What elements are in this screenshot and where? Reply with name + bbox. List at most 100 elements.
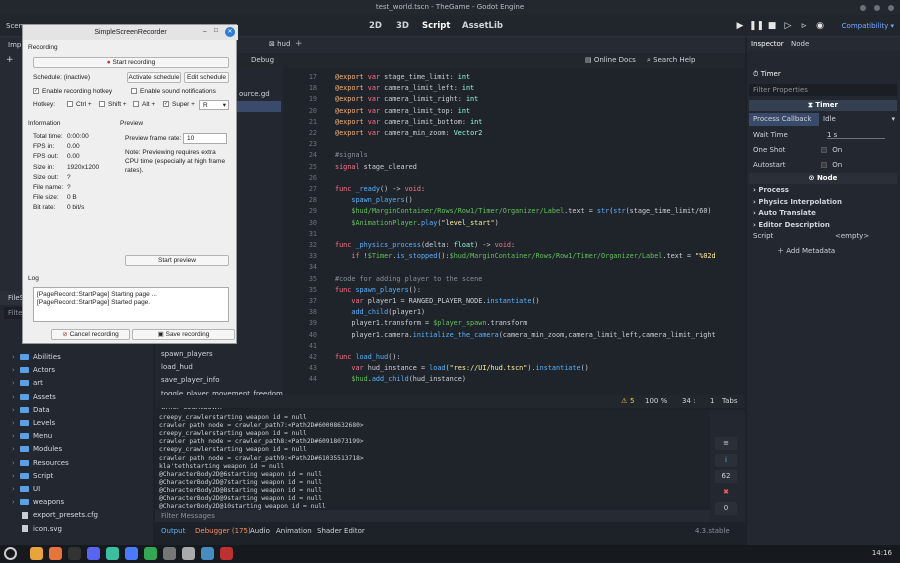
pause-icon[interactable]: ❚❚ [749, 19, 764, 33]
enable-sound-checkbox[interactable]: Enable sound notifications [131, 88, 216, 95]
code-line[interactable]: var hud_instance = load("res://UI/hud.ts… [335, 363, 588, 374]
hotkey-shift[interactable]: Shift + [99, 101, 127, 108]
error-filter-icon[interactable]: ✖ [715, 486, 737, 499]
folder-item[interactable]: › weapons [0, 496, 153, 509]
code-line[interactable]: func _ready() -> void: [335, 184, 425, 195]
folder-item[interactable]: › art [0, 377, 153, 390]
chevron-right-icon[interactable]: › [12, 364, 20, 377]
warning-icon[interactable]: ⚠ [621, 397, 627, 405]
indent-mode[interactable]: Tabs [722, 397, 738, 405]
file-item[interactable]: icon.svg [0, 523, 153, 536]
tab-shader-editor[interactable]: Shader Editor [317, 524, 365, 538]
terminal-icon[interactable] [68, 547, 81, 560]
movie-icon[interactable]: ◉ [813, 19, 827, 33]
autostart-checkbox[interactable] [821, 162, 827, 168]
workspace-assetlib[interactable]: AssetLib [458, 18, 507, 34]
tab-audio[interactable]: Audio [250, 524, 270, 538]
code-line[interactable]: #signals [335, 150, 368, 161]
prop-process-callback-value[interactable]: Idle ▾ [821, 113, 897, 126]
stop-icon[interactable]: ■ [765, 19, 779, 33]
power-icon[interactable] [4, 547, 17, 560]
workspace-script[interactable]: Script [418, 18, 454, 34]
start-recording-button[interactable]: ● Start recording [33, 57, 229, 68]
folder-item[interactable]: › Abilities [0, 351, 153, 364]
app-icon[interactable] [106, 547, 119, 560]
log-filter-icon[interactable]: i [715, 454, 737, 467]
code-line[interactable]: $AnimationPlayer.play("level_start") [335, 218, 498, 229]
output-filter[interactable]: Filter Messages [155, 510, 710, 522]
script-file-item[interactable]: ource.gd [237, 88, 281, 100]
file-item[interactable]: export_presets.cfg [0, 509, 153, 522]
close-icon[interactable] [888, 4, 894, 11]
code-line[interactable]: player1.camera.initialize_the_camera(cam… [335, 330, 715, 341]
folder-item[interactable]: › Data [0, 404, 153, 417]
play-custom-icon[interactable]: ▹ [797, 19, 811, 33]
search-help-button[interactable]: ⌕ Search Help [647, 56, 695, 65]
chevron-right-icon[interactable]: › [12, 457, 20, 470]
workspace-2d[interactable]: 2D [365, 18, 386, 34]
wait-time-slider[interactable] [827, 138, 885, 139]
chevron-right-icon[interactable]: › [12, 483, 20, 496]
code-line[interactable]: $hud/MarginContainer/Rows/Row1/Timer/Org… [335, 206, 711, 217]
code-line[interactable]: @export var stage_time_limit: int [335, 72, 470, 83]
maximize-icon[interactable]: □ [214, 27, 218, 34]
chevron-right-icon[interactable]: › [12, 404, 20, 417]
save-recording-button[interactable]: ▣ Save recording [132, 329, 235, 340]
code-line[interactable]: player1.transform = $player_spawn.transf… [335, 318, 527, 329]
method-item[interactable]: save_player_info [161, 376, 220, 384]
code-line[interactable]: func _physics_process(delta: float) -> v… [335, 240, 515, 251]
folder-item[interactable]: › Modules [0, 443, 153, 456]
chevron-right-icon[interactable]: › [12, 470, 20, 483]
folder-item[interactable]: › Resources [0, 457, 153, 470]
start-preview-button[interactable]: Start preview [125, 255, 229, 266]
clear-output-icon[interactable]: ≡ [715, 437, 737, 450]
hotkey-key-select[interactable]: R ▾ [199, 100, 229, 110]
one-shot-checkbox[interactable] [821, 147, 827, 153]
tab-node[interactable]: Node [791, 40, 809, 48]
code-line[interactable]: func load_hud(): [335, 352, 401, 363]
recorder-icon[interactable] [220, 547, 233, 560]
maximize-icon[interactable] [874, 4, 880, 11]
edit-schedule-button[interactable]: Edit schedule [184, 72, 229, 83]
code-area[interactable]: @export var stage_time_limit: int @export… [323, 68, 745, 395]
tab-inspector[interactable]: Inspector [751, 40, 784, 48]
tab-output[interactable]: Output [161, 524, 185, 538]
one-shot-toggle[interactable]: On [821, 144, 842, 157]
code-line[interactable]: $hud.add_child(hud_instance) [335, 374, 466, 385]
play-icon[interactable]: ▶ [733, 19, 747, 33]
folder-item[interactable]: › Actors [0, 364, 153, 377]
code-line[interactable]: add_child(player1) [335, 307, 425, 318]
app3-icon[interactable] [144, 547, 157, 560]
chevron-right-icon[interactable]: › [12, 351, 20, 364]
app2-icon[interactable] [125, 547, 138, 560]
online-docs-button[interactable]: ▤ Online Docs [585, 56, 636, 64]
code-line[interactable]: @export var camera_limit_bottom: int [335, 117, 482, 128]
play-scene-icon[interactable]: ▷ [781, 19, 795, 33]
debug-menu[interactable]: Debug [251, 56, 274, 64]
preview-rate-spinbox[interactable]: 10 [183, 133, 227, 144]
tab-animation[interactable]: Animation [276, 524, 312, 538]
method-item[interactable]: load_hud [161, 363, 193, 371]
close-icon[interactable]: ✕ [225, 27, 235, 37]
tab-hud[interactable]: ⊠ hud [269, 40, 290, 48]
chevron-right-icon[interactable]: › [12, 417, 20, 430]
discord-icon[interactable] [87, 547, 100, 560]
code-line[interactable]: if !$Timer.is_stopped():$hud/MarginConta… [335, 251, 715, 262]
code-line[interactable]: @export var camera_limit_left: int [335, 83, 474, 94]
chevron-right-icon[interactable]: › [12, 443, 20, 456]
hotkey-ctrl[interactable]: Ctrl + [67, 101, 92, 108]
script-value[interactable]: <empty> [835, 230, 869, 243]
app5-icon[interactable] [182, 547, 195, 560]
code-line[interactable]: @export var camera_limit_top: int [335, 106, 470, 117]
minimize-icon[interactable]: – [203, 28, 207, 35]
chevron-right-icon[interactable]: › [12, 377, 20, 390]
folder-item[interactable]: › Menu [0, 430, 153, 443]
folder-item[interactable]: › Assets [0, 391, 153, 404]
code-line[interactable]: spawn_players() [335, 195, 412, 206]
code-line[interactable]: func spawn_players(): [335, 285, 421, 296]
method-item[interactable]: spawn_players [161, 350, 213, 358]
code-line[interactable]: signal stage_cleared [335, 162, 417, 173]
timer-section[interactable]: ⧗ Timer [749, 100, 897, 111]
hotkey-super[interactable]: ✓ Super + [163, 101, 195, 108]
scene-import-tab[interactable]: Imp [8, 41, 21, 49]
